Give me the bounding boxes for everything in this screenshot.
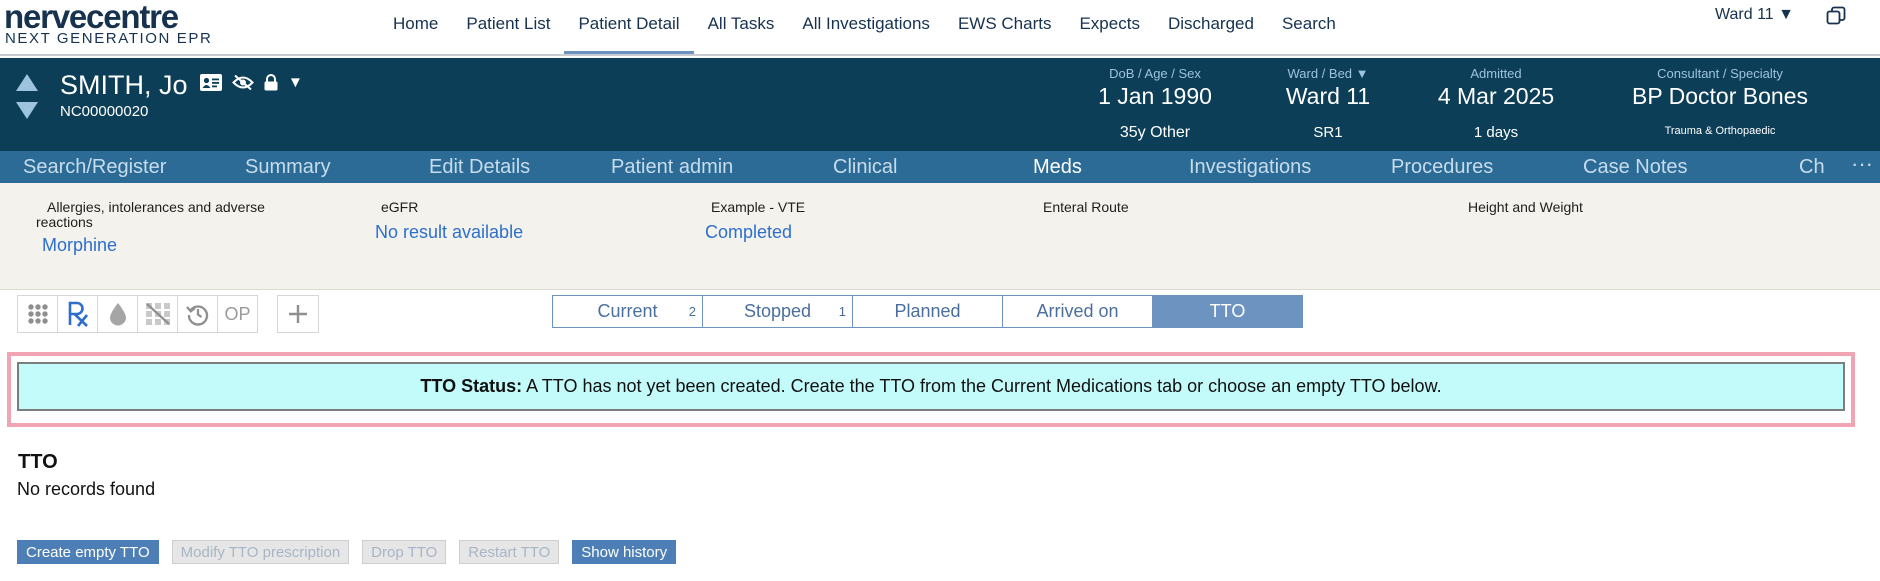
create-empty-tto-button[interactable]: Create empty TTO [17, 540, 159, 564]
egfr-label: eGFR [381, 199, 419, 215]
tab-current-count: 2 [688, 304, 696, 319]
ward-column[interactable]: Ward / Bed ▼ Ward 11 SR1 [1278, 58, 1378, 151]
nav-all-tasks[interactable]: All Tasks [694, 0, 789, 54]
patient-icons: ▼ [200, 74, 303, 91]
consultant-column: Consultant / Specialty BP Doctor Bones T… [1605, 58, 1835, 151]
top-navigation-bar: nervecentre NEXT GENERATION EPR Home Pat… [0, 0, 1880, 56]
tab-patient-admin[interactable]: Patient admin [611, 151, 733, 183]
op-label: OP [224, 303, 251, 324]
nav-patient-list[interactable]: Patient List [452, 0, 564, 54]
tab-arrived-on-label: Arrived on [1036, 301, 1119, 321]
nav-home[interactable]: Home [379, 0, 452, 54]
patient-menu-chevron-icon[interactable]: ▼ [288, 74, 303, 91]
admitted-date: 4 Mar 2025 [1437, 83, 1555, 109]
tto-section-title: TTO [18, 451, 58, 473]
tab-current-label: Current [597, 301, 658, 321]
nervecentre-logo[interactable]: nervecentre NEXT GENERATION EPR [4, 0, 224, 52]
hidden-eye-icon[interactable] [232, 74, 254, 91]
tab-ch-truncated[interactable]: Ch [1799, 151, 1825, 183]
grid-view-icon[interactable] [17, 295, 58, 333]
dob-value: 1 Jan 1990 [1098, 83, 1212, 109]
restart-tto-button[interactable]: Restart TTO [459, 540, 560, 564]
admitted-days: 1 days [1473, 124, 1519, 141]
tab-summary[interactable]: Summary [245, 151, 331, 183]
modify-tto-prescription-button[interactable]: Modify TTO prescription [171, 540, 350, 564]
consultant-label: Consultant / Specialty [1657, 66, 1783, 81]
nav-ews-charts[interactable]: EWS Charts [944, 0, 1066, 54]
lock-icon[interactable] [264, 74, 278, 91]
tto-status-label: TTO Status: [420, 376, 523, 396]
med-list-tabs: Current 2 Stopped 1 Planned Arrived on T… [552, 295, 1303, 328]
next-patient-icon[interactable] [16, 102, 38, 119]
admitted-label: Admitted [1470, 66, 1522, 81]
patient-banner: SMITH, Jo NC00000020 ▼ DoB / Age / Sex 1… [0, 58, 1880, 151]
tab-stopped[interactable]: Stopped 1 [702, 295, 853, 328]
tab-planned-label: Planned [894, 301, 961, 321]
history-icon[interactable] [177, 295, 218, 333]
vte-value[interactable]: Completed [705, 222, 792, 243]
admitted-column: Admitted 4 Mar 2025 1 days [1426, 58, 1566, 151]
new-window-icon[interactable] [1826, 6, 1846, 26]
module-tabs: Search/Register Summary Edit Details Pat… [0, 151, 1880, 183]
patient-id: NC00000020 [60, 103, 149, 120]
tab-clinical[interactable]: Clinical [833, 151, 897, 183]
dob-label: DoB / Age / Sex [1109, 66, 1201, 81]
add-icon[interactable] [277, 295, 319, 333]
tab-planned[interactable]: Planned [852, 295, 1003, 328]
show-history-button[interactable]: Show history [572, 540, 677, 564]
tab-case-notes[interactable]: Case Notes [1583, 151, 1688, 183]
tab-tto-label: TTO [1209, 301, 1246, 321]
ward-selector[interactable]: Ward 11 ▼ [1715, 6, 1794, 24]
more-tabs-icon[interactable]: ··· [1851, 151, 1873, 183]
drop-tto-button[interactable]: Drop TTO [362, 540, 447, 564]
tab-current[interactable]: Current 2 [552, 295, 703, 328]
consultant-value: BP Doctor Bones [1631, 83, 1808, 109]
tab-search-register[interactable]: Search/Register [23, 151, 166, 183]
previous-patient-icon[interactable] [16, 74, 38, 91]
tab-procedures[interactable]: Procedures [1391, 151, 1493, 183]
patient-name: SMITH, Jo [60, 70, 188, 100]
nav-patient-detail[interactable]: Patient Detail [564, 0, 694, 54]
age-sex-value: 35y Other [1119, 124, 1191, 141]
tab-arrived-on[interactable]: Arrived on [1002, 295, 1153, 328]
fluids-drop-icon[interactable] [97, 295, 138, 333]
nav-discharged[interactable]: Discharged [1154, 0, 1268, 54]
tto-status-panel: TTO Status: A TTO has not yet been creat… [7, 352, 1855, 427]
vte-label: Example - VTE [711, 199, 806, 215]
nav-expects[interactable]: Expects [1065, 0, 1153, 54]
bed-value: SR1 [1313, 124, 1343, 141]
height-weight-label: Height and Weight [1468, 199, 1583, 215]
tab-meds[interactable]: Meds [1033, 151, 1082, 183]
allergies-value[interactable]: Morphine [42, 235, 117, 256]
tto-empty-message: No records found [17, 479, 156, 499]
hide-grid-icon[interactable] [137, 295, 178, 333]
specialty-value: Trauma & Orthopaedic [1664, 125, 1776, 137]
logo-tagline: NEXT GENERATION EPR [5, 30, 213, 47]
meds-toolbar: OP [17, 295, 258, 333]
dob-column: DoB / Age / Sex 1 Jan 1990 35y Other [1095, 58, 1215, 151]
enteral-route-label: Enteral Route [1043, 199, 1129, 215]
tab-stopped-count: 1 [838, 304, 846, 319]
allergies-label: Allergies, intolerances and adverse reac… [36, 199, 265, 230]
outpatient-op-icon[interactable]: OP [217, 295, 258, 333]
egfr-value[interactable]: No result available [375, 222, 523, 243]
prescription-rx-icon[interactable] [57, 295, 98, 333]
main-nav: Home Patient List Patient Detail All Tas… [379, 0, 1350, 54]
tab-investigations[interactable]: Investigations [1189, 151, 1311, 183]
id-card-icon[interactable] [200, 74, 222, 91]
clinical-summary: Allergies, intolerances and adverse reac… [0, 183, 1880, 290]
tto-actions: Create empty TTO Modify TTO prescription… [17, 540, 689, 564]
nav-search[interactable]: Search [1268, 0, 1350, 54]
tab-stopped-label: Stopped [743, 301, 812, 321]
tto-status-message: TTO Status: A TTO has not yet been creat… [17, 362, 1845, 411]
ward-bed-label[interactable]: Ward / Bed ▼ [1278, 66, 1378, 81]
nav-all-investigations[interactable]: All Investigations [788, 0, 944, 54]
tto-status-text: A TTO has not yet been created. Create t… [526, 376, 1442, 396]
tab-edit-details[interactable]: Edit Details [429, 151, 530, 183]
ward-value: Ward 11 [1285, 83, 1371, 109]
tab-tto[interactable]: TTO [1152, 295, 1303, 328]
